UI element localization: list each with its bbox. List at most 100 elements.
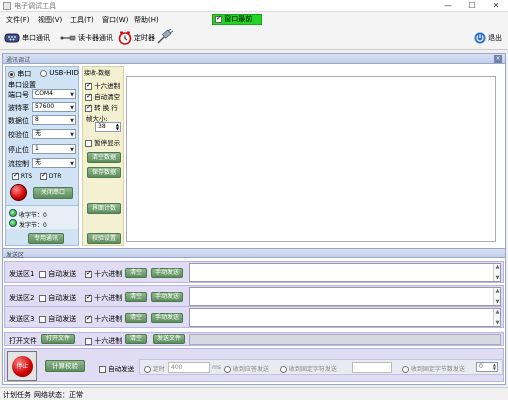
timer-button[interactable]: 定时器	[118, 31, 155, 45]
stopbits-label: 停止位	[8, 146, 29, 154]
scroll-up-icon[interactable]: ▲	[494, 309, 501, 315]
frame-size-spinner[interactable]: 38 ▲ ▼	[95, 122, 121, 132]
receive-textarea[interactable]	[126, 76, 496, 242]
close-port-button[interactable]: 关闭串口	[33, 187, 73, 199]
file-clear-button[interactable]: 清空	[125, 334, 147, 344]
parity-select[interactable]: 无 ▼	[32, 129, 76, 139]
baud-select[interactable]: 57600 ▼	[32, 102, 76, 112]
send-clear-button[interactable]: 清空	[125, 292, 147, 302]
menu-view[interactable]: 视图(V)	[38, 15, 62, 25]
scrollbar[interactable]: ▲ ▼	[493, 309, 500, 326]
radio-off-icon	[402, 366, 409, 373]
send-hex-checkbox[interactable]: 十六进制	[85, 293, 122, 303]
menu-window[interactable]: 窗口(W)	[102, 15, 128, 25]
mode-hid-label: USB-HID	[49, 69, 79, 77]
check-settings-button[interactable]: 校验设置	[87, 233, 121, 244]
menu-file[interactable]: 文件(F)	[6, 15, 30, 25]
port-select[interactable]: COM4 ▼	[32, 89, 76, 99]
timed-radio[interactable]: 定时	[144, 364, 165, 373]
topmost-check-icon	[215, 14, 222, 23]
window-title: 电子调试工具	[14, 2, 56, 10]
panel-title: 通讯调试	[6, 57, 31, 64]
rts-label: RTS	[20, 173, 33, 180]
menu-tools[interactable]: 工具(T)	[70, 15, 94, 25]
power-icon	[474, 32, 486, 44]
file-path-field[interactable]	[189, 334, 501, 345]
fixed-len-spinner[interactable]: 0 ▲ ▼	[476, 362, 498, 372]
auto-send-checkbox[interactable]: 自动发送	[39, 314, 76, 324]
scroll-up-icon[interactable]: ▲	[494, 288, 501, 294]
topmost-checkbox[interactable]: 窗口最前	[212, 14, 262, 25]
fixed-len-value: 0	[479, 363, 483, 370]
auto-send-options: 定时 400 ms 收到应答发送 收到固定字符发送 收到固定字节数发送 0 ▲ ▼	[139, 359, 503, 375]
reader-comm-button[interactable]: 读卡器通讯	[60, 31, 113, 45]
auto-send-checkbox[interactable]: 自动发送	[39, 269, 76, 279]
recv-reply-radio[interactable]: 收到应答发送	[224, 364, 269, 373]
auto-send-label: 自动发送	[48, 315, 77, 323]
send-clear-button[interactable]: 清空	[125, 268, 147, 278]
serial-comm-button[interactable]: 串口通讯	[4, 31, 50, 45]
scroll-down-icon[interactable]: ▼	[494, 320, 501, 326]
stop-button[interactable]: 停止	[7, 351, 37, 381]
open-file-button[interactable]: 打开文件	[41, 334, 75, 344]
special-comm-button[interactable]: 专用通讯	[28, 233, 64, 244]
recv-fixed-radio[interactable]: 收到固定字符发送	[280, 364, 337, 373]
status-net: 网络状态：正常	[34, 391, 83, 399]
app-icon	[3, 2, 11, 10]
scrollbar[interactable]: ▲ ▼	[493, 288, 500, 305]
clear-data-button[interactable]: 清空数据	[87, 152, 121, 163]
open-file-row: 打开文件 打开文件 十六进制 清空 发送文件	[4, 332, 504, 346]
stop-label: 停止	[12, 356, 33, 377]
topmost-label: 窗口最前	[224, 15, 253, 23]
send-hex-checkbox[interactable]: 十六进制	[85, 314, 122, 324]
maximize-button[interactable]: ☐	[460, 0, 484, 12]
send-hex-label: 十六进制	[94, 270, 123, 278]
auto-send-checkbox[interactable]: 自动发送	[99, 363, 134, 373]
minimize-button[interactable]: —	[436, 0, 460, 12]
mode-serial-radio[interactable]: 串口	[8, 69, 31, 79]
fixed-char-input[interactable]	[352, 362, 392, 373]
manual-send-button[interactable]: 手动发送	[151, 313, 183, 323]
save-data-button[interactable]: 保存数据	[87, 167, 121, 178]
send-input[interactable]: ▲ ▼	[189, 308, 501, 327]
send-clear-button[interactable]: 清空	[125, 313, 147, 323]
scroll-down-icon[interactable]: ▼	[494, 275, 501, 281]
timed-ms-input[interactable]: 400	[168, 362, 210, 373]
scrollbar[interactable]: ▲ ▼	[493, 264, 500, 281]
exit-button[interactable]: 退出	[474, 31, 502, 45]
rts-checkbox[interactable]: RTS	[12, 171, 33, 180]
flow-label: 流控制	[8, 160, 29, 168]
wrap-checkbox[interactable]: 转 换 行	[85, 102, 118, 112]
scroll-down-icon[interactable]: ▼	[494, 299, 501, 305]
plug-button[interactable]	[156, 28, 174, 44]
send-row-1: 发送区1 自动发送 十六进制 清空 手动发送 ▲▼	[4, 261, 504, 283]
auto-send-checkbox[interactable]: 自动发送	[39, 293, 76, 303]
stopbits-select[interactable]: 1 ▼	[32, 144, 76, 154]
send-hex-label: 十六进制	[94, 294, 123, 302]
close-window-button[interactable]: ✕	[484, 0, 508, 12]
manual-send-button[interactable]: 手动发送	[151, 268, 183, 278]
send-row-3: 发送区3 自动发送 十六进制 清空 手动发送 ▲▼	[4, 306, 504, 328]
mode-hid-radio[interactable]: USB-HID	[40, 69, 79, 77]
databits-select[interactable]: 8 ▼	[32, 115, 76, 125]
radio-off-icon	[144, 366, 151, 373]
auto-clear-checkbox[interactable]: 自动清空	[85, 91, 120, 101]
send-input[interactable]: ▲ ▼	[189, 263, 501, 282]
pause-display-checkbox[interactable]: 暂停显示	[85, 137, 120, 147]
receive-hex-checkbox[interactable]: 十六进制	[85, 80, 120, 90]
calc-check-button[interactable]: 计算校验	[45, 360, 85, 372]
send-row-label: 发送区1	[9, 270, 35, 278]
manual-send-button[interactable]: 手动发送	[151, 292, 183, 302]
scroll-up-icon[interactable]: ▲	[494, 264, 501, 270]
dtr-checkbox[interactable]: DTR	[40, 171, 61, 180]
interface-count-button[interactable]: 界面计数	[87, 203, 121, 214]
file-hex-checkbox[interactable]: 十六进制	[85, 336, 122, 346]
menu-help[interactable]: 帮助(H)	[134, 15, 159, 25]
panel-close-button[interactable]: ×	[494, 55, 502, 63]
recv-fixed-len-radio[interactable]: 收到固定字节数发送	[402, 364, 465, 373]
send-file-button[interactable]: 发送文件	[153, 334, 185, 344]
timed-label: 定时	[152, 366, 165, 373]
flow-select[interactable]: 无 ▼	[32, 158, 76, 168]
send-hex-checkbox[interactable]: 十六进制	[85, 269, 122, 279]
send-input[interactable]: ▲ ▼	[189, 287, 501, 306]
